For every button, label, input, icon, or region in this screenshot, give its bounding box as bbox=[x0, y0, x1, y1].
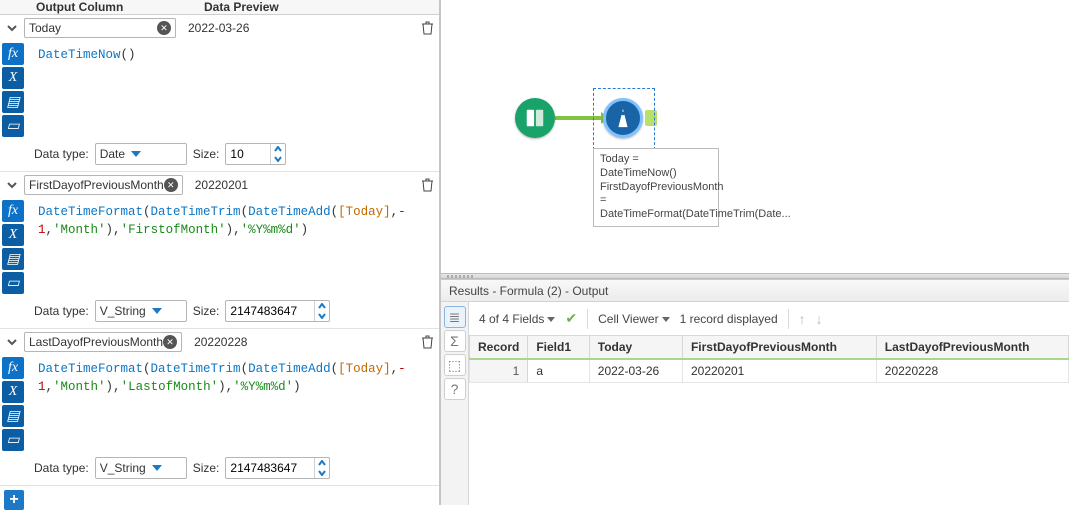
column-header[interactable]: Record bbox=[470, 336, 528, 359]
record-summary: 1 record displayed bbox=[680, 312, 778, 326]
formula-block: FirstDayofPreviousMonth✕ 20220201 fxX▤▭ Dat… bbox=[0, 172, 439, 329]
size-step-up[interactable] bbox=[271, 144, 285, 154]
save-button[interactable]: ▭ bbox=[2, 429, 24, 451]
column-header[interactable]: FirstDayofPreviousMonth bbox=[682, 336, 876, 359]
var-button[interactable]: X bbox=[2, 224, 24, 246]
fields-summary[interactable]: 4 of 4 Fields bbox=[479, 312, 555, 326]
formula-tool[interactable] bbox=[603, 98, 643, 138]
formula-config-panel: Output Column Data Preview Today✕ 2022-03… bbox=[0, 0, 440, 505]
data-type-label: Data type: bbox=[34, 147, 89, 161]
expression-editor[interactable]: DateTimeFormat(DateTimeTrim(DateTimeAdd(… bbox=[30, 355, 439, 453]
results-title: Results - Formula (2) - Output bbox=[441, 280, 1069, 302]
save-button[interactable]: ▭ bbox=[2, 272, 24, 294]
delete-formula-icon[interactable] bbox=[419, 334, 435, 350]
formula-block: Today✕ 2022-03-26 fxX▤▭ DateTimeNow() Data t… bbox=[0, 15, 439, 172]
header-data-preview: Data Preview bbox=[198, 0, 439, 14]
data-type-label: Data type: bbox=[34, 304, 89, 318]
table-row[interactable]: 1a2022-03-262022020120220228 bbox=[470, 359, 1069, 383]
workflow-right-side: Today = DateTimeNow() FirstDayofPrevious… bbox=[440, 0, 1069, 505]
cell[interactable]: 2022-03-26 bbox=[589, 359, 682, 383]
results-grid[interactable]: RecordField1TodayFirstDayofPreviousMonth… bbox=[469, 336, 1069, 505]
nav-up-icon[interactable]: ↑ bbox=[799, 311, 806, 327]
nav-down-icon[interactable]: ↓ bbox=[816, 311, 823, 327]
data-type-select[interactable]: V_String bbox=[95, 300, 187, 322]
tool-connector bbox=[555, 116, 603, 120]
cell-viewer-dropdown[interactable]: Cell Viewer bbox=[598, 312, 669, 326]
size-input[interactable] bbox=[225, 143, 286, 165]
clear-column-icon[interactable]: ✕ bbox=[157, 21, 171, 35]
data-preview-value: 20220228 bbox=[186, 335, 415, 349]
output-column-select[interactable]: FirstDayofPreviousMonth✕ bbox=[24, 175, 183, 195]
cell[interactable]: 1 bbox=[470, 359, 528, 383]
column-header[interactable]: LastDayofPreviousMonth bbox=[876, 336, 1068, 359]
collapse-toggle[interactable] bbox=[4, 177, 20, 193]
data-type-select[interactable]: V_String bbox=[95, 457, 187, 479]
workflow-canvas[interactable]: Today = DateTimeNow() FirstDayofPrevious… bbox=[441, 0, 1069, 273]
fx-button[interactable]: fx bbox=[2, 200, 24, 222]
cell[interactable]: a bbox=[528, 359, 589, 383]
fx-button[interactable]: fx bbox=[2, 357, 24, 379]
results-view-metadata-icon[interactable]: ⬚ bbox=[444, 354, 466, 376]
folder-button[interactable]: ▤ bbox=[2, 405, 24, 427]
results-view-table-icon[interactable]: ≣ bbox=[444, 306, 466, 328]
data-preview-value: 20220201 bbox=[187, 178, 415, 192]
results-toolbar: 4 of 4 Fields ✔ Cell Viewer 1 record dis… bbox=[469, 302, 1069, 336]
delete-formula-icon[interactable] bbox=[419, 177, 435, 193]
folder-button[interactable]: ▤ bbox=[2, 91, 24, 113]
size-step-up[interactable] bbox=[315, 458, 329, 468]
results-help-icon[interactable]: ? bbox=[444, 378, 466, 400]
formula-block: LastDayofPreviousMonth✕ 20220228 fxX▤▭ Date… bbox=[0, 329, 439, 486]
data-type-select[interactable]: Date bbox=[95, 143, 187, 165]
size-step-up[interactable] bbox=[315, 301, 329, 311]
size-input[interactable] bbox=[225, 300, 330, 322]
delete-formula-icon[interactable] bbox=[419, 20, 435, 36]
data-preview-value: 2022-03-26 bbox=[180, 21, 415, 35]
output-column-select[interactable]: LastDayofPreviousMonth✕ bbox=[24, 332, 182, 352]
size-label: Size: bbox=[193, 304, 220, 318]
column-header[interactable]: Today bbox=[589, 336, 682, 359]
results-panel: Results - Formula (2) - Output ≣ Σ ⬚ ? 4… bbox=[441, 279, 1069, 505]
collapse-toggle[interactable] bbox=[4, 334, 20, 350]
size-label: Size: bbox=[193, 147, 220, 161]
collapse-toggle[interactable] bbox=[4, 20, 20, 36]
config-column-headers: Output Column Data Preview bbox=[0, 0, 439, 15]
formula-output-anchor[interactable] bbox=[645, 110, 657, 126]
add-formula-button[interactable]: + bbox=[4, 490, 24, 510]
save-button[interactable]: ▭ bbox=[2, 115, 24, 137]
var-button[interactable]: X bbox=[2, 381, 24, 403]
clear-column-icon[interactable]: ✕ bbox=[163, 335, 177, 349]
formula-list: Today✕2022-03-26fxX▤▭DateTimeNow()Data t… bbox=[0, 15, 439, 486]
results-view-summary-icon[interactable]: Σ bbox=[444, 330, 466, 352]
size-input[interactable] bbox=[225, 457, 330, 479]
cell[interactable]: 20220201 bbox=[682, 359, 876, 383]
output-column-select[interactable]: Today✕ bbox=[24, 18, 176, 38]
size-step-down[interactable] bbox=[315, 468, 329, 478]
fields-ok-icon: ✔ bbox=[565, 310, 577, 327]
results-gutter: ≣ Σ ⬚ ? bbox=[441, 302, 469, 505]
clear-column-icon[interactable]: ✕ bbox=[164, 178, 178, 192]
column-header[interactable]: Field1 bbox=[528, 336, 589, 359]
cell[interactable]: 20220228 bbox=[876, 359, 1068, 383]
results-splitter[interactable] bbox=[441, 273, 1069, 279]
folder-button[interactable]: ▤ bbox=[2, 248, 24, 270]
size-step-down[interactable] bbox=[271, 154, 285, 164]
var-button[interactable]: X bbox=[2, 67, 24, 89]
fx-button[interactable]: fx bbox=[2, 43, 24, 65]
data-type-label: Data type: bbox=[34, 461, 89, 475]
size-step-down[interactable] bbox=[315, 311, 329, 321]
results-header-row: RecordField1TodayFirstDayofPreviousMonth… bbox=[470, 336, 1069, 359]
expression-editor[interactable]: DateTimeFormat(DateTimeTrim(DateTimeAdd(… bbox=[30, 198, 439, 296]
size-label: Size: bbox=[193, 461, 220, 475]
text-input-tool[interactable] bbox=[515, 98, 555, 138]
header-output-column: Output Column bbox=[30, 0, 198, 14]
add-formula-row: + bbox=[0, 486, 439, 514]
expression-editor[interactable]: DateTimeNow() bbox=[30, 41, 439, 139]
tool-annotation[interactable]: Today = DateTimeNow() FirstDayofPrevious… bbox=[593, 148, 719, 227]
